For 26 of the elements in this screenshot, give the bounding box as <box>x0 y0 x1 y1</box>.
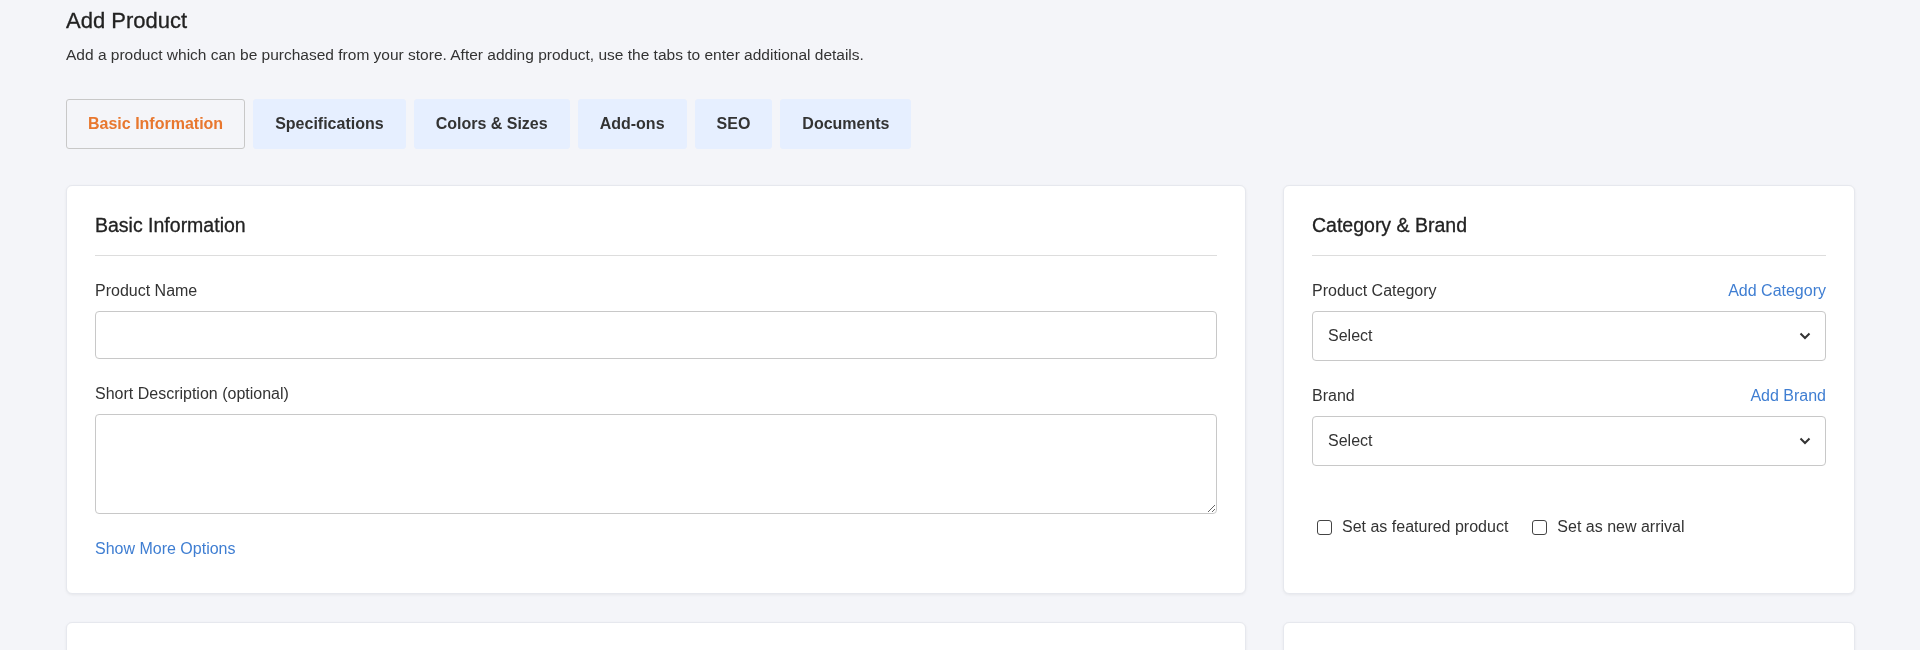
checkbox[interactable] <box>1532 519 1548 535</box>
checkbox[interactable] <box>1317 519 1332 535</box>
card-title: Category & Brand <box>1312 186 1826 256</box>
select-dropdown[interactable]: Select <box>1312 416 1826 466</box>
add-link[interactable]: Add Category <box>1728 282 1826 300</box>
chevron-down-icon <box>1799 332 1811 340</box>
checkbox-label: Set as featured product <box>1342 518 1509 536</box>
tab[interactable]: Specifications <box>253 99 406 149</box>
page-title: Add Product <box>66 8 189 34</box>
field-label: Short Description (optional) <box>95 385 290 403</box>
checkbox-label: Set as new arrival <box>1557 518 1685 536</box>
textarea-field[interactable] <box>95 414 1217 514</box>
input-field[interactable] <box>95 311 1217 359</box>
chevron-down-icon <box>1799 437 1811 445</box>
page-subtitle: Add a product which can be purchased from your store. After adding product, use the tabs to enter additional details. <box>66 46 865 64</box>
field-label: Brand <box>1312 387 1355 405</box>
tab[interactable]: SEO <box>694 99 773 149</box>
show-more-link[interactable]: Show More Options <box>95 540 236 557</box>
tab[interactable]: Documents <box>780 99 912 149</box>
card-title: Basic Information <box>95 186 1217 256</box>
field-label: Product Category <box>1312 282 1437 300</box>
add-link[interactable]: Add Brand <box>1750 387 1826 405</box>
tab[interactable]: Add-ons <box>577 99 687 149</box>
field-label: Product Name <box>95 282 199 300</box>
tab[interactable]: Colors & Sizes <box>413 99 570 149</box>
select-dropdown[interactable]: Select <box>1312 311 1826 361</box>
